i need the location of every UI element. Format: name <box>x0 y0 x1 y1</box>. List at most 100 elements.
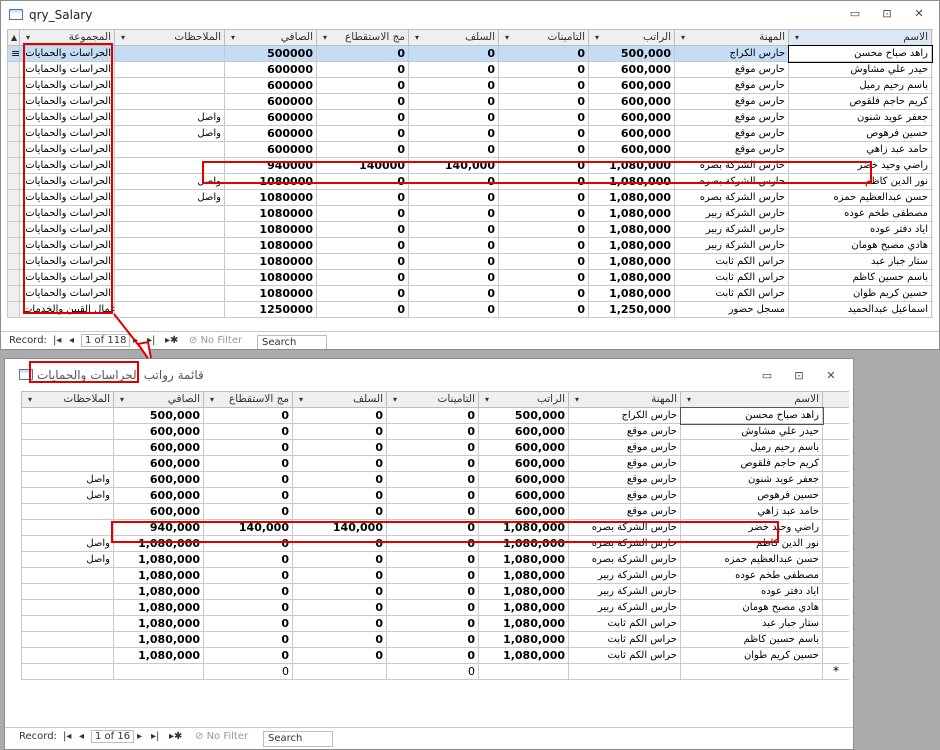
cell-job[interactable]: حارس الشركة بصره <box>674 189 789 206</box>
cell-job[interactable]: حارس الشركة بصره <box>568 551 681 568</box>
column-header-salary[interactable]: ▾ الراتب <box>588 29 675 46</box>
cell-deductions[interactable]: 0 <box>203 647 293 664</box>
table-row[interactable]: الحراسات والحمايات واصل 600000 0 0 0 600,000 حا… <box>7 109 933 126</box>
table-row[interactable]: الحراسات والحمايات 1080000 0 0 0 1,080,000 حرا… <box>7 253 933 270</box>
cell-advances[interactable]: 0 <box>408 61 499 78</box>
column-header-salary[interactable]: ▾ الراتب <box>478 391 569 408</box>
row-selector[interactable] <box>822 439 849 456</box>
cell-group[interactable]: عمال القبين والخدمات <box>19 301 115 318</box>
cell-insurance[interactable]: 0 <box>386 503 479 520</box>
cell-salary[interactable]: 1,080,000 <box>478 567 569 584</box>
cell-job[interactable]: حارس موقع <box>674 61 789 78</box>
window-titlebar[interactable]: قائمة رواتب الحراسات والحمايات ▭ ⊡ ✕ <box>5 359 853 387</box>
cell-salary[interactable]: 1,080,000 <box>478 519 569 536</box>
scroll-up-icon[interactable]: ▲ <box>7 29 20 46</box>
table-row[interactable]: الحراسات والحمايات 1080000 0 0 0 1,080,000 حرا… <box>7 269 933 286</box>
cell-notes[interactable] <box>21 599 114 616</box>
new-record-row[interactable]: 0 0 * <box>21 663 849 680</box>
cell-advances[interactable]: 0 <box>408 269 499 286</box>
cell-notes[interactable] <box>21 567 114 584</box>
cell-insurance[interactable]: 0 <box>498 77 589 94</box>
cell-insurance[interactable]: 0 <box>386 631 479 648</box>
cell-notes[interactable]: واصل <box>21 487 114 504</box>
cell-notes[interactable]: واصل <box>114 173 225 190</box>
cell-salary[interactable]: 600,000 <box>478 471 569 488</box>
table-row[interactable]: 1,080,000 0 0 0 1,080,000 حراس الكم ثابت حسين … <box>21 647 849 664</box>
close-icon[interactable]: ✕ <box>821 368 841 384</box>
dropdown-arrow-icon[interactable]: ▾ <box>120 393 124 407</box>
datasheet-grid[interactable]: ▲ ▾ المجموعة ▾ الملاحظات ▾ الصافي ▾ مج الاستقطا… <box>7 29 933 331</box>
cell-job[interactable]: حراس الكم ثابت <box>568 647 681 664</box>
cell-insurance[interactable]: 0 <box>498 301 589 318</box>
cell-notes[interactable] <box>21 407 114 424</box>
cell-job[interactable]: حارس موقع <box>568 455 681 472</box>
cell-insurance[interactable]: 0 <box>498 285 589 302</box>
cell-job[interactable]: حارس الشركة ربير <box>674 205 789 222</box>
cell-advances[interactable]: 0 <box>408 125 499 142</box>
cell-notes[interactable] <box>114 141 225 158</box>
cell-salary[interactable]: 500,000 <box>478 407 569 424</box>
cell-advances[interactable]: 0 <box>292 567 387 584</box>
minimize-icon[interactable]: ▭ <box>757 368 777 384</box>
cell-deductions[interactable]: 0 <box>316 189 409 206</box>
cell-deductions[interactable]: 0 <box>203 487 293 504</box>
row-selector[interactable] <box>822 503 849 520</box>
cell-salary[interactable]: 1,080,000 <box>588 285 675 302</box>
cell-job[interactable]: حارس موقع <box>568 471 681 488</box>
cell-deductions[interactable]: 0 <box>316 77 409 94</box>
cell-advances[interactable]: 140,000 <box>408 157 499 174</box>
table-row[interactable]: الحراسات والحمايات 600000 0 0 0 600,000 حارس م… <box>7 61 933 78</box>
cell-job[interactable]: حارس موقع <box>674 109 789 126</box>
cell-deductions[interactable]: 0 <box>316 221 409 238</box>
current-record-field[interactable]: 1 of 118 <box>81 334 131 347</box>
cell-name[interactable]: اياد دفتر عوده <box>680 583 823 600</box>
column-header-advances[interactable]: ▾ السلف <box>408 29 499 46</box>
cell-notes[interactable]: واصل <box>114 125 225 142</box>
next-record-icon[interactable]: ▸ <box>133 335 138 346</box>
cell-advances[interactable]: 0 <box>408 237 499 254</box>
cell-name[interactable]: حسين كريم طوان <box>680 647 823 664</box>
cell-advances[interactable]: 0 <box>292 647 387 664</box>
cell-insurance[interactable]: 0 <box>498 205 589 222</box>
cell-group[interactable]: الحراسات والحمايات <box>19 93 115 110</box>
table-row[interactable]: 1,080,000 0 0 0 1,080,000 حراس الكم ثابت باسم … <box>21 631 849 648</box>
cell-deductions[interactable]: 0 <box>203 471 293 488</box>
table-row[interactable]: 1,080,000 0 0 0 1,080,000 حارس الشركة ربير مصط… <box>21 567 849 584</box>
cell-job[interactable]: حارس موقع <box>674 141 789 158</box>
column-header-group[interactable]: ▾ المجموعة <box>19 29 115 46</box>
table-row[interactable]: واصل 600,000 0 0 0 600,000 حارس موقع حسين فرهوص <box>21 487 849 504</box>
scrollbar-track[interactable] <box>931 301 933 318</box>
cell-advances[interactable]: 0 <box>408 221 499 238</box>
cell-notes[interactable] <box>114 285 225 302</box>
first-record-icon[interactable]: |◂ <box>53 335 61 346</box>
cell-insurance[interactable]: 0 <box>386 487 479 504</box>
cell-salary[interactable]: 1,080,000 <box>478 551 569 568</box>
cell-deductions[interactable]: 0 <box>316 301 409 318</box>
cell-deductions[interactable]: 140,000 <box>203 519 293 536</box>
cell-salary[interactable] <box>478 663 569 680</box>
cell-group[interactable]: الحراسات والحمايات <box>19 109 115 126</box>
prev-record-icon[interactable]: ◂ <box>69 335 74 346</box>
no-filter-indicator[interactable]: ⊘ No Filter <box>195 731 248 742</box>
cell-notes[interactable] <box>114 253 225 270</box>
cell-salary[interactable]: 600,000 <box>478 439 569 456</box>
cell-notes[interactable] <box>114 269 225 286</box>
row-selector[interactable] <box>7 189 20 206</box>
cell-net[interactable]: 1080000 <box>224 237 317 254</box>
cell-group[interactable]: الحراسات والحمايات <box>19 189 115 206</box>
cell-advances[interactable]: 0 <box>408 301 499 318</box>
row-selector[interactable] <box>7 77 20 94</box>
table-row[interactable]: 1,080,000 0 0 0 1,080,000 حراس الكم ثابت ستار … <box>21 615 849 632</box>
cell-deductions[interactable]: 0 <box>316 109 409 126</box>
cell-insurance[interactable]: 0 <box>386 519 479 536</box>
cell-deductions[interactable]: 0 <box>203 551 293 568</box>
cell-advances[interactable]: 0 <box>408 45 499 62</box>
row-selector[interactable] <box>822 535 849 552</box>
cell-job[interactable]: حارس الكراج <box>568 407 681 424</box>
cell-advances[interactable]: 0 <box>292 487 387 504</box>
row-selector[interactable] <box>7 157 20 174</box>
cell-job[interactable] <box>568 663 681 680</box>
cell-insurance[interactable]: 0 <box>386 647 479 664</box>
current-record-field[interactable]: 1 of 16 <box>91 730 135 743</box>
scrollbar-track[interactable] <box>931 125 933 142</box>
